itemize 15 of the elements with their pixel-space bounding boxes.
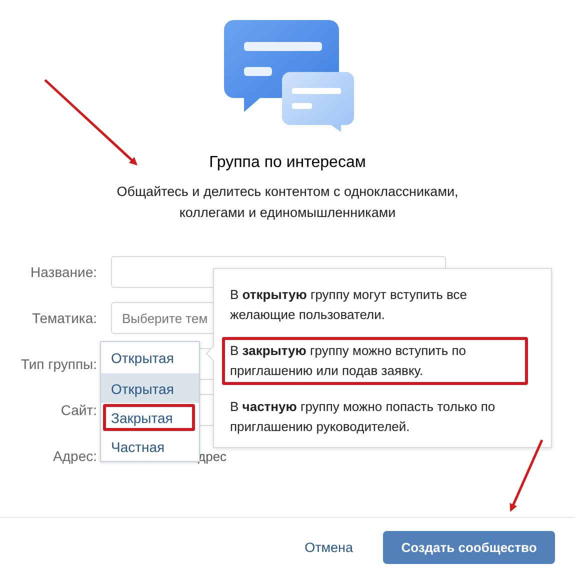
field-label: Название: — [30, 264, 97, 280]
create-button[interactable]: Создать сообщество — [383, 531, 555, 564]
group-type-title: Группа по интересам — [209, 154, 366, 172]
field-label: Тип группы: — [20, 356, 97, 372]
group-description: Общайтесь и делитесь контентом с одноклассниками, коллегами и единомышленниками — [116, 183, 460, 222]
field-label: Сайт: — [60, 402, 97, 418]
tooltip-text: В частную группу можно попасть только по приглашению руководителей. — [229, 398, 496, 436]
dropdown-option[interactable]: Открытая — [101, 374, 199, 403]
field-label: Тематика: — [31, 310, 97, 326]
tooltip-text: В открытую группу могут вступить все желающие пользователи. — [229, 286, 468, 324]
chat-bubbles-icon — [222, 18, 354, 132]
cancel-button[interactable]: Отмена — [304, 540, 353, 555]
field-label: Адрес: — [52, 448, 97, 464]
dropdown-option[interactable]: Закрытая — [101, 403, 199, 432]
tooltip-text: В закрытую группу можно вступить по приглашению или подав заявку. — [222, 337, 528, 385]
